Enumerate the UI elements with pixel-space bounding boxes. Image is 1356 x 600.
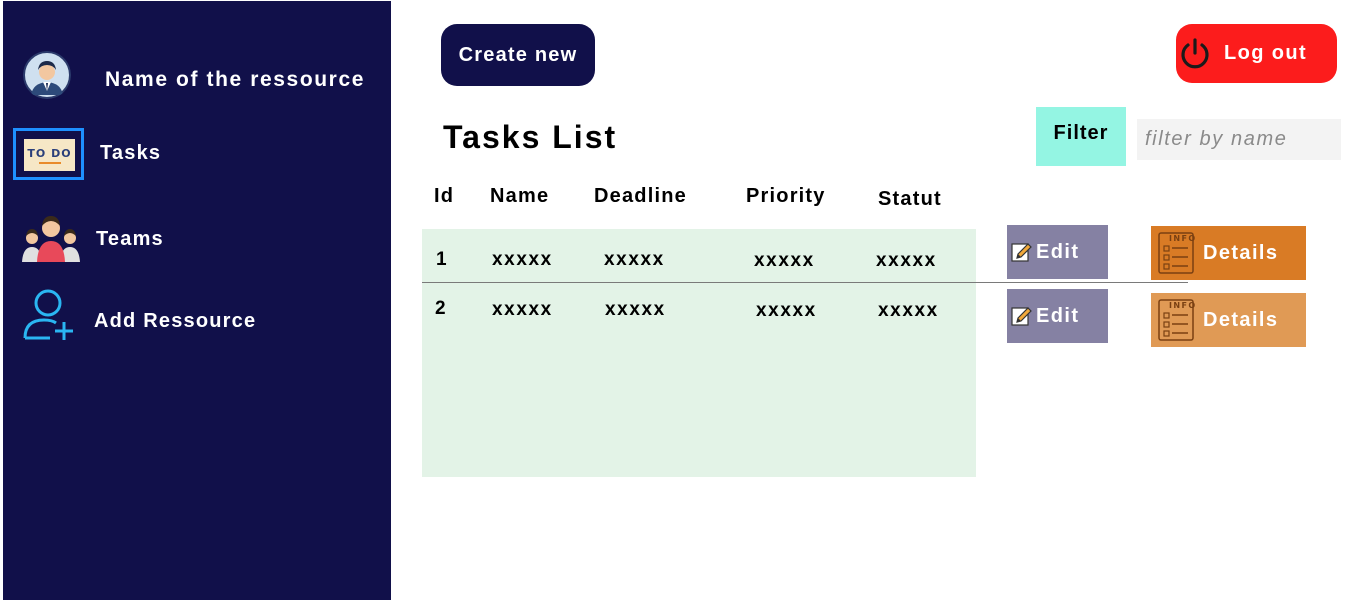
logout-button[interactable]: Log out [1176,24,1337,83]
column-header-id: Id [434,185,455,207]
logout-label: Log out [1224,42,1308,64]
cell-statut: xxxxx [878,300,939,321]
edit-label: Edit [1036,304,1080,327]
cell-name: xxxxx [492,249,553,270]
sidebar-item-label: Tasks [100,142,162,164]
svg-text:INFO: INFO [1169,301,1197,310]
cell-name: xxxxx [492,299,553,320]
details-label: Details [1203,308,1279,331]
pencil-icon [1011,307,1032,326]
filter-button[interactable]: Filter [1036,107,1126,166]
sidebar-item-label: Add Ressource [94,310,257,332]
svg-text:INFO: INFO [1169,234,1197,243]
sidebar-item-label: Teams [96,228,164,250]
column-header-name: Name [490,185,550,207]
sidebar-item-tasks[interactable]: Tasks [100,142,161,165]
details-label: Details [1203,241,1279,264]
row-divider [422,282,1188,283]
user-avatar-icon [23,51,71,99]
cell-deadline: xxxxx [605,299,666,320]
cell-statut: xxxxx [876,250,937,271]
cell-priority: xxxxx [754,250,815,271]
column-header-deadline: Deadline [594,185,687,207]
todo-icon: TO DO [24,139,75,171]
details-button[interactable]: INFO Details [1151,226,1306,280]
pencil-icon [1011,243,1032,262]
column-header-priority: Priority [746,185,826,207]
cell-id: 1 [436,249,449,270]
team-icon [22,216,80,262]
cell-id: 2 [435,298,448,319]
edit-button[interactable]: Edit [1007,289,1108,343]
edit-button[interactable]: Edit [1007,225,1108,279]
user-name: Name of the ressource [105,68,366,91]
column-header-statut: Statut [878,188,942,210]
sidebar-item-tasks-icon-frame[interactable]: TO DO [13,128,84,180]
power-icon [1181,37,1209,68]
add-user-icon [23,289,73,340]
filter-input[interactable] [1137,119,1341,160]
info-document-icon: INFO [1158,299,1197,341]
info-document-icon: INFO [1158,232,1197,274]
create-new-button[interactable]: Create new [441,24,595,86]
sidebar-item-teams[interactable]: Teams [96,228,164,251]
cell-priority: xxxxx [756,300,817,321]
details-button[interactable]: INFO Details [1151,293,1306,347]
cell-deadline: xxxxx [604,249,665,270]
todo-icon-text: TO DO [27,146,72,160]
sidebar: Name of the ressource TO DO Tasks Teams … [3,1,391,600]
page-title: Tasks List [443,119,618,155]
edit-label: Edit [1036,240,1080,263]
sidebar-item-add-ressource[interactable]: Add Ressource [94,310,256,333]
